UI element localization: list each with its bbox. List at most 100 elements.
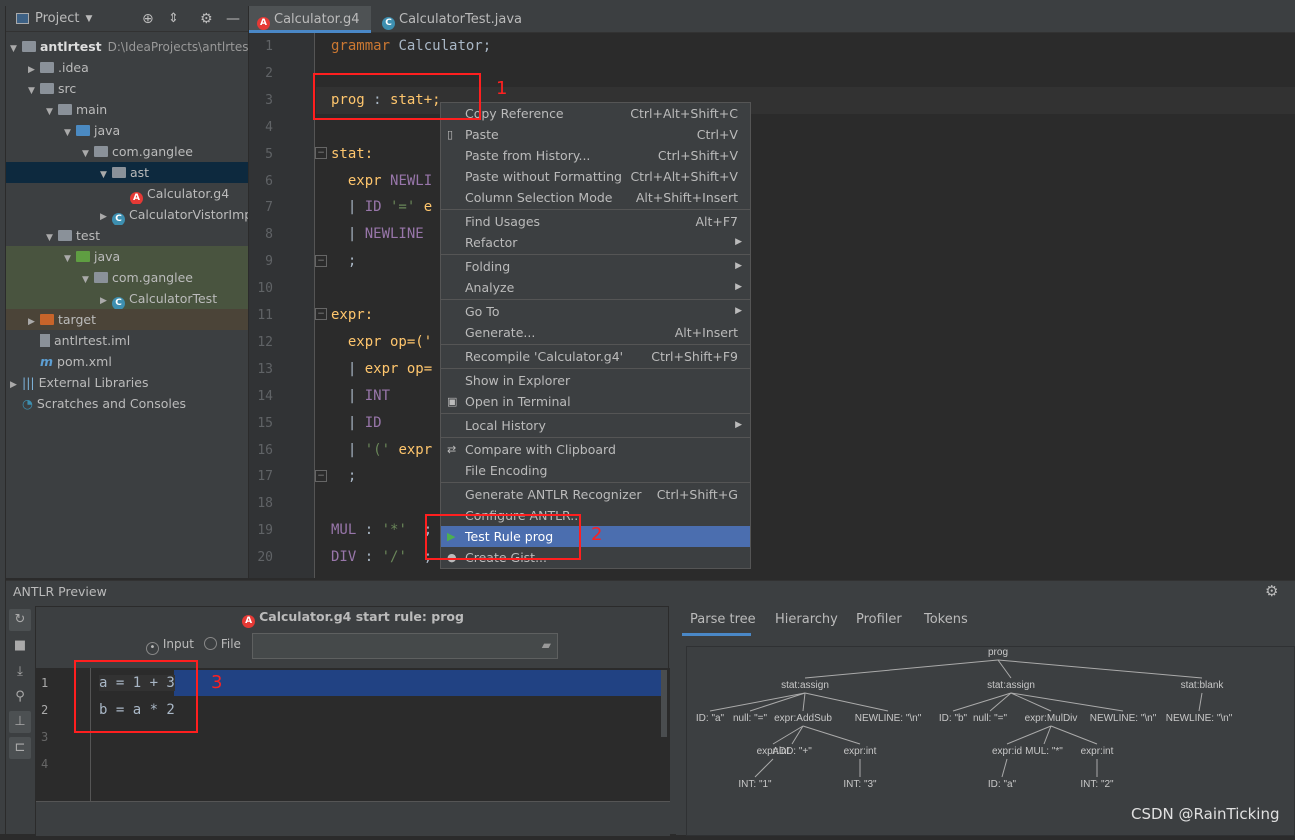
tree-node[interactable]: expr:int	[844, 746, 877, 757]
tree-node[interactable]: INT: "1"	[738, 779, 772, 790]
tree-item[interactable]: ▼ antlrtest D:\IdeaProjects\antlrtest	[6, 36, 248, 57]
tree-item[interactable]: ▼ src	[6, 78, 248, 99]
tree-item[interactable]: ▼ test	[6, 225, 248, 246]
tree-node[interactable]: stat:assign	[781, 680, 829, 691]
menu-item[interactable]: File Encoding	[441, 460, 750, 481]
chevron-down-icon[interactable]: ▼	[46, 228, 58, 246]
chevron-right-icon[interactable]: ▶	[28, 60, 40, 78]
tree-item[interactable]: ▶ ||| External Libraries	[6, 372, 248, 393]
tree-item[interactable]: ▼ com.ganglee	[6, 141, 248, 162]
menu-item[interactable]: Folding ▶	[441, 256, 750, 277]
tree-node[interactable]: stat:assign	[987, 680, 1035, 691]
chevron-down-icon[interactable]: ▼	[82, 270, 94, 288]
tree-item[interactable]: ▶ .idea	[6, 57, 248, 78]
menu-item[interactable]: Generate... Alt+Insert	[441, 322, 750, 343]
tree-node[interactable]: NEWLINE: "\n"	[1090, 713, 1157, 724]
menu-item[interactable]: ⇄ Compare with Clipboard	[441, 439, 750, 460]
tree-node[interactable]: NEWLINE: "\n"	[855, 713, 922, 724]
hide-icon[interactable]: —	[226, 11, 240, 27]
tree-item[interactable]: ▼ ast	[6, 162, 248, 183]
tree-node[interactable]: stat:blank	[1181, 680, 1225, 691]
tree-item[interactable]: ▼ java	[6, 120, 248, 141]
project-view-dropdown[interactable]: Project	[35, 11, 79, 26]
tree-item[interactable]: ▶ C CalculatorVistorImp	[6, 204, 248, 225]
menu-item[interactable]: Go To ▶	[441, 301, 750, 322]
chevron-down-icon[interactable]: ▼	[28, 81, 40, 99]
export-icon[interactable]: ⤓	[9, 661, 31, 683]
radio-input[interactable]: • Input	[146, 637, 194, 655]
tree-node[interactable]: INT: "3"	[843, 779, 877, 790]
collapse-all-icon[interactable]: ⇕	[168, 11, 179, 26]
tree-node[interactable]: expr:AddSub	[774, 713, 832, 724]
chevron-down-icon[interactable]: ▼	[64, 249, 76, 267]
gear-icon[interactable]: ⚙	[200, 11, 213, 27]
tree-node[interactable]: ADD: "+"	[772, 746, 812, 757]
menu-item[interactable]: Paste without Formatting Ctrl+Alt+Shift+V	[441, 166, 750, 187]
tree-item[interactable]: A Calculator.g4	[6, 183, 248, 204]
tree-node[interactable]: expr:id	[992, 746, 1022, 757]
radio-file[interactable]: File	[204, 637, 241, 651]
menu-item[interactable]: ▯ Paste Ctrl+V	[441, 124, 750, 145]
hierarchy-icon[interactable]: ⊥	[9, 711, 31, 733]
menu-item[interactable]: Generate ANTLR Recognizer Ctrl+Shift+G	[441, 484, 750, 505]
tree-item[interactable]: ▶ C CalculatorTest	[6, 288, 248, 309]
tree-node[interactable]: ID: "a"	[696, 713, 725, 724]
locate-icon[interactable]: ⊕	[142, 11, 154, 27]
menu-item[interactable]: Find Usages Alt+F7	[441, 211, 750, 232]
menu-item[interactable]: Recompile 'Calculator.g4' Ctrl+Shift+F9	[441, 346, 750, 367]
scrollbar[interactable]	[661, 670, 667, 737]
menu-item[interactable]: ▣ Open in Terminal	[441, 391, 750, 412]
menu-item[interactable]: Refactor ▶	[441, 232, 750, 253]
tree-node[interactable]: NEWLINE: "\n"	[1166, 713, 1233, 724]
chevron-down-icon[interactable]: ▼	[85, 14, 92, 24]
search-icon[interactable]: ⚲	[9, 686, 31, 708]
tab-calculator-g4[interactable]: ACalculator.g4 ×	[249, 6, 371, 54]
chevron-right-icon[interactable]: ▶	[10, 375, 22, 393]
fold-marker-icon[interactable]: −	[315, 308, 327, 321]
tree-node[interactable]: ID: "a"	[988, 779, 1017, 790]
fold-marker-icon[interactable]: −	[315, 254, 327, 267]
menu-item[interactable]: Local History ▶	[441, 415, 750, 436]
chevron-right-icon[interactable]: ▶	[100, 207, 112, 225]
tree-item[interactable]: m pom.xml	[6, 351, 248, 372]
chevron-down-icon[interactable]: ▼	[10, 39, 22, 57]
tab-hierarchy[interactable]: Hierarchy	[775, 612, 838, 627]
tree-node[interactable]: prog	[988, 647, 1008, 658]
tree-node[interactable]: null: "="	[733, 713, 768, 724]
fold-marker-icon[interactable]: −	[315, 147, 327, 159]
chevron-down-icon[interactable]: ▼	[64, 123, 76, 141]
folder-open-icon[interactable]: ▰	[542, 638, 551, 652]
tree-item[interactable]: antlrtest.iml	[6, 330, 248, 351]
tree-node[interactable]: expr:int	[1081, 746, 1114, 757]
tree-item[interactable]: ▼ main	[6, 99, 248, 120]
tree-item[interactable]: ▼ java	[6, 246, 248, 267]
tree-node[interactable]: expr:MulDiv	[1025, 713, 1078, 724]
chevron-down-icon[interactable]: ▼	[46, 102, 58, 120]
menu-item[interactable]: Copy Reference Ctrl+Alt+Shift+C	[441, 103, 750, 124]
menu-item[interactable]: Show in Explorer	[441, 370, 750, 391]
tree-item[interactable]: ▶ target	[6, 309, 248, 330]
refresh-icon[interactable]: ↻	[9, 609, 31, 631]
chevron-down-icon[interactable]: ▼	[82, 144, 94, 162]
stop-icon[interactable]: ■	[9, 635, 31, 657]
tree-node[interactable]: INT: "2"	[1080, 779, 1114, 790]
tree-item[interactable]: ▼ com.ganglee	[6, 267, 248, 288]
tab-profiler[interactable]: Profiler	[856, 612, 902, 627]
file-path-input[interactable]: ▰	[252, 633, 558, 659]
tree-node[interactable]: ID: "b"	[939, 713, 968, 724]
tab-parse-tree[interactable]: Parse tree	[690, 612, 756, 627]
fold-marker-icon[interactable]: −	[315, 469, 327, 482]
tree-item[interactable]: ◔ Scratches and Consoles	[6, 393, 248, 414]
chevron-right-icon[interactable]: ▶	[100, 291, 112, 309]
tree-node[interactable]: MUL: "*"	[1025, 746, 1063, 757]
chevron-down-icon[interactable]: ▼	[100, 165, 112, 183]
tab-calculatortest-java[interactable]: CCalculatorTest.java ×	[374, 6, 529, 54]
gear-icon[interactable]: ⚙	[1265, 582, 1278, 600]
tree-node[interactable]: null: "="	[973, 713, 1008, 724]
chevron-right-icon[interactable]: ▶	[28, 312, 40, 330]
tab-tokens[interactable]: Tokens	[924, 612, 968, 627]
tree-icon[interactable]: ⊏	[9, 737, 31, 759]
menu-item[interactable]: Paste from History... Ctrl+Shift+V	[441, 145, 750, 166]
menu-item[interactable]: Column Selection Mode Alt+Shift+Insert	[441, 187, 750, 208]
menu-item[interactable]: Analyze ▶	[441, 277, 750, 298]
